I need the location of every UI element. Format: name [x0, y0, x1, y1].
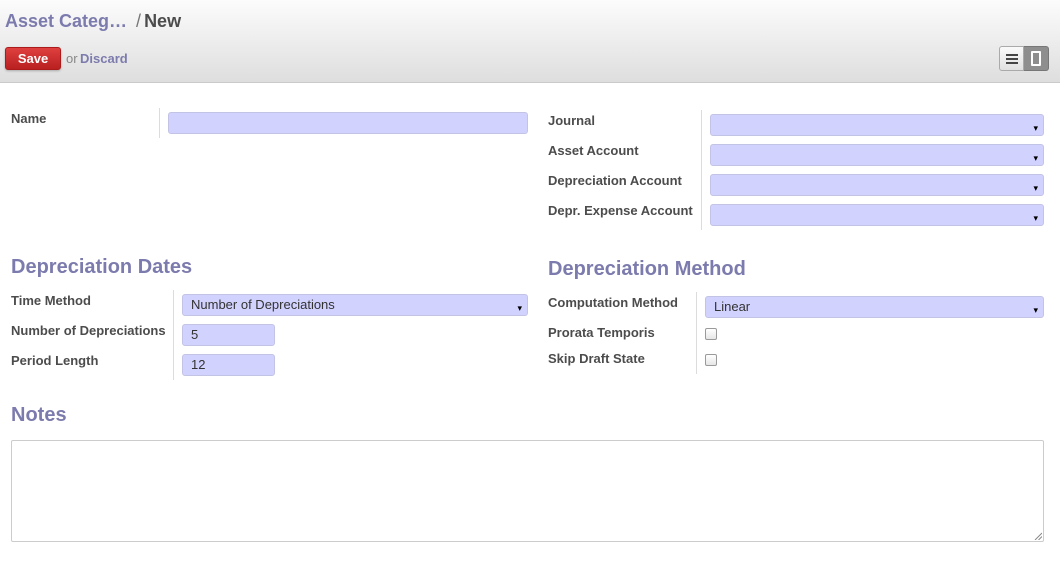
- chevron-down-icon: ▾: [1033, 305, 1038, 315]
- accounts-divider: [701, 110, 702, 230]
- list-view-button[interactable]: [999, 46, 1024, 71]
- list-view-icon: [1005, 54, 1018, 64]
- num-depreciations-label: Number of Depreciations: [11, 323, 166, 338]
- period-length-label: Period Length: [11, 353, 99, 368]
- depreciation-account-label: Depreciation Account: [548, 173, 682, 188]
- breadcrumb-parent-link[interactable]: Asset Categ…: [5, 11, 127, 31]
- breadcrumb-separator: /: [136, 11, 142, 31]
- chevron-down-icon: ▾: [1033, 123, 1038, 133]
- skip-draft-label: Skip Draft State: [548, 351, 645, 366]
- depreciation-method-title: Depreciation Method: [548, 258, 746, 280]
- dates-divider: [173, 290, 174, 380]
- skip-draft-checkbox[interactable]: [705, 354, 717, 366]
- resize-handle-icon[interactable]: [1034, 532, 1042, 540]
- journal-label: Journal: [548, 113, 595, 128]
- time-method-label: Time Method: [11, 293, 91, 308]
- view-switcher: [999, 46, 1049, 71]
- prorata-checkbox[interactable]: [705, 328, 717, 340]
- chevron-down-icon: ▾: [1033, 153, 1038, 163]
- name-input[interactable]: [168, 112, 528, 134]
- method-divider: [696, 292, 697, 374]
- breadcrumb-current: New: [144, 11, 182, 31]
- asset-account-label: Asset Account: [548, 143, 639, 158]
- journal-select[interactable]: ▾: [710, 114, 1044, 136]
- asset-account-select[interactable]: ▾: [710, 144, 1044, 166]
- discard-link[interactable]: Discard: [80, 51, 128, 66]
- chevron-down-icon: ▾: [1033, 213, 1038, 223]
- num-depreciations-input[interactable]: 5: [182, 324, 275, 346]
- name-label: Name: [11, 111, 47, 126]
- chevron-down-icon: ▾: [517, 303, 522, 313]
- notes-textarea[interactable]: [11, 440, 1044, 542]
- depreciation-dates-title: Depreciation Dates: [11, 256, 193, 278]
- period-length-input[interactable]: 12: [182, 354, 275, 376]
- notes-title: Notes: [11, 404, 67, 426]
- form-view-button[interactable]: [1024, 46, 1049, 71]
- depreciation-account-select[interactable]: ▾: [710, 174, 1044, 196]
- chevron-down-icon: ▾: [1033, 183, 1038, 193]
- expense-account-select[interactable]: ▾: [710, 204, 1044, 226]
- computation-method-label: Computation Method: [548, 295, 678, 310]
- save-button[interactable]: Save: [5, 47, 61, 70]
- time-method-select[interactable]: Number of Depreciations ▾: [182, 294, 528, 316]
- control-panel: Asset Categ… / New Save or Discard: [0, 0, 1060, 83]
- prorata-label: Prorata Temporis: [548, 325, 655, 340]
- form-view-icon: [1031, 51, 1041, 66]
- expense-account-label: Depr. Expense Account: [548, 203, 693, 218]
- breadcrumb: Asset Categ… / New: [5, 11, 181, 32]
- or-text: or: [66, 51, 78, 66]
- computation-method-select[interactable]: Linear ▾: [705, 296, 1044, 318]
- name-divider: [159, 108, 160, 138]
